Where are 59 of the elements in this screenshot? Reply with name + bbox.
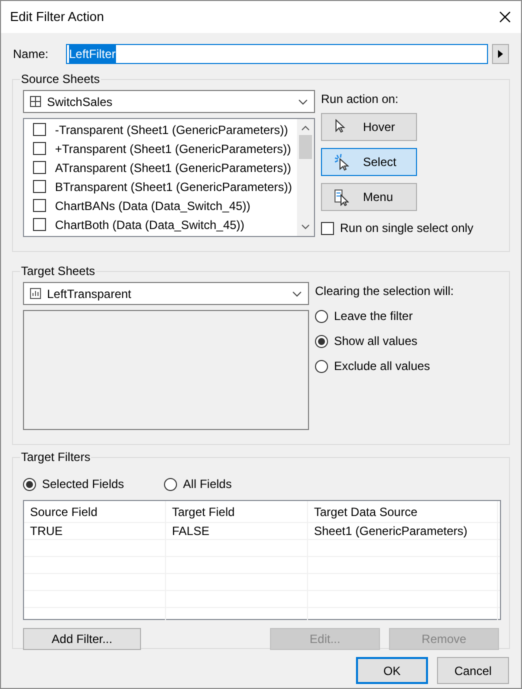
sheet-dropdown[interactable]: LeftTransparent bbox=[23, 282, 309, 305]
scrollbar[interactable] bbox=[297, 119, 314, 236]
radio-label: All Fields bbox=[183, 476, 232, 493]
close-icon[interactable] bbox=[499, 11, 511, 23]
select-button[interactable]: Select bbox=[321, 148, 417, 176]
bar-chart-icon bbox=[30, 288, 41, 299]
radio-label: Show all values bbox=[334, 333, 418, 350]
scrollbar-thumb[interactable] bbox=[299, 135, 312, 159]
menu-button[interactable]: Menu bbox=[321, 183, 417, 211]
column-header[interactable]: Target Field bbox=[166, 501, 308, 522]
run-action-label: Run action on: bbox=[321, 91, 400, 108]
checkbox-label: Run on single select only bbox=[340, 220, 474, 237]
hover-button[interactable]: Hover bbox=[321, 113, 417, 141]
radio-button[interactable] bbox=[315, 360, 328, 372]
checkbox[interactable] bbox=[33, 180, 46, 193]
scroll-down-icon[interactable] bbox=[301, 224, 310, 230]
radio-label: Leave the filter bbox=[334, 308, 413, 325]
checkbox[interactable] bbox=[321, 222, 334, 234]
clearing-label: Clearing the selection will: bbox=[315, 283, 454, 300]
radio-button[interactable] bbox=[164, 478, 178, 490]
expand-button[interactable] bbox=[492, 44, 509, 64]
cursor-icon bbox=[334, 154, 349, 170]
triangle-right-icon bbox=[498, 50, 503, 58]
table-cell: Sheet1 (GenericParameters) bbox=[308, 523, 498, 539]
radio-button[interactable] bbox=[23, 478, 36, 490]
sheet-label: +Transparent (Sheet1 (GenericParameters)) bbox=[55, 140, 291, 158]
grid-icon bbox=[30, 96, 41, 107]
name-field[interactable]: LeftFilter bbox=[66, 44, 488, 64]
sheet-label: BTransparent (Sheet1 (GenericParameters)) bbox=[55, 178, 292, 196]
name-label: Name: bbox=[13, 46, 50, 63]
radio-label: Selected Fields bbox=[42, 476, 124, 493]
radio-label: Exclude all values bbox=[334, 358, 430, 375]
sheet-label: -Transparent (Sheet1 (GenericParameters)) bbox=[55, 122, 288, 138]
column-header[interactable]: Source Field bbox=[24, 501, 166, 522]
checkbox[interactable] bbox=[33, 123, 46, 136]
chevron-down-icon[interactable] bbox=[298, 98, 308, 104]
sheet-label: ChartBoth (Data (Data_Switch_45)) bbox=[55, 216, 244, 234]
group-title: Source Sheets bbox=[20, 72, 101, 86]
radio-button[interactable] bbox=[315, 310, 328, 322]
chevron-down-icon[interactable] bbox=[292, 290, 302, 296]
cancel-button[interactable]: Cancel bbox=[437, 657, 509, 684]
sheet-dropdown[interactable]: SwitchSales bbox=[23, 90, 315, 113]
window-title: Edit Filter Action bbox=[10, 8, 104, 26]
checkbox[interactable] bbox=[33, 161, 46, 174]
group-title: Target Sheets bbox=[20, 264, 96, 278]
scroll-up-icon[interactable] bbox=[301, 125, 310, 131]
table-cell: TRUE bbox=[24, 523, 166, 539]
column-header[interactable]: Target Data Source bbox=[308, 501, 498, 522]
ok-button[interactable]: OK bbox=[356, 657, 428, 684]
table-cell: FALSE bbox=[166, 523, 308, 539]
checkbox[interactable] bbox=[33, 199, 46, 212]
add-filter-button[interactable]: Add Filter... bbox=[23, 628, 141, 650]
sheet-label: ChartBANs (Data (Data_Switch_45)) bbox=[55, 198, 250, 214]
sheet-label: ATransparent (Sheet1 (GenericParameters)) bbox=[55, 160, 292, 176]
radio-button[interactable] bbox=[315, 334, 328, 348]
checkbox[interactable] bbox=[33, 218, 46, 231]
group-title: Target Filters bbox=[20, 450, 92, 464]
cursor-icon bbox=[334, 188, 349, 206]
checkbox[interactable] bbox=[33, 142, 46, 155]
